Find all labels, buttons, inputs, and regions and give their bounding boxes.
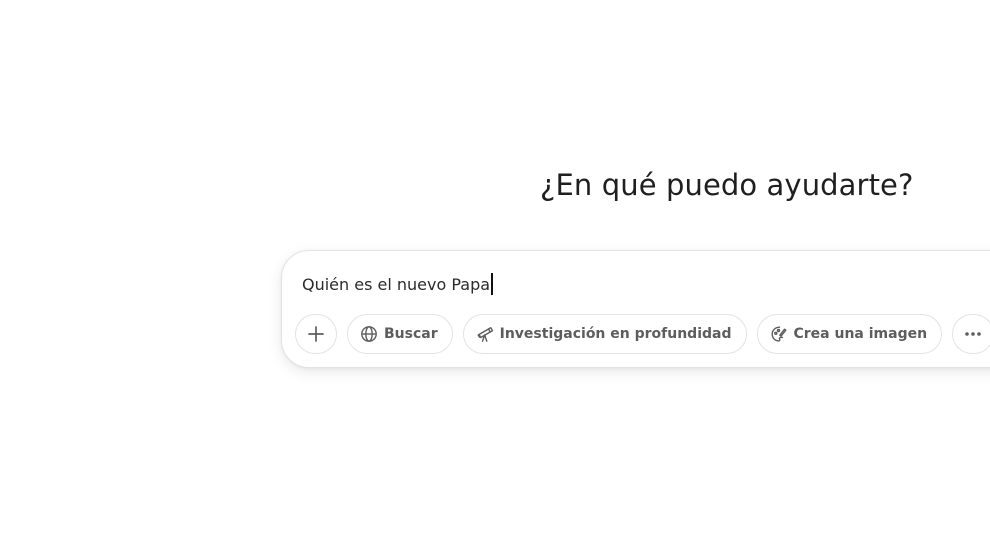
chat-home: ¿En qué puedo ayudarte? Quién es el nuev… xyxy=(0,0,990,556)
palette-icon xyxy=(770,325,788,343)
search-button-label: Buscar xyxy=(384,326,438,342)
create-image-button-label: Crea una imagen xyxy=(793,326,928,342)
more-horizontal-icon xyxy=(963,331,983,337)
plus-icon xyxy=(306,324,326,344)
prompt-input[interactable]: Quién es el nuevo Papa xyxy=(302,273,493,295)
search-button[interactable]: Buscar xyxy=(347,314,453,354)
text-caret xyxy=(491,273,493,295)
more-tools-button[interactable] xyxy=(952,314,990,354)
composer-toolbar: Buscar Investigación en profundidad Crea… xyxy=(295,314,990,354)
prompt-input-value[interactable]: Quién es el nuevo Papa xyxy=(302,275,490,294)
create-image-button[interactable]: Crea una imagen xyxy=(756,314,943,354)
deep-research-button[interactable]: Investigación en profundidad xyxy=(462,314,747,354)
page-title: ¿En qué puedo ayudarte? xyxy=(540,168,914,202)
add-attachment-button[interactable] xyxy=(295,314,337,354)
telescope-icon xyxy=(476,325,494,343)
deep-research-button-label: Investigación en profundidad xyxy=(499,326,732,342)
globe-icon xyxy=(360,325,378,343)
prompt-composer[interactable]: Quién es el nuevo Papa Buscar Investigac… xyxy=(281,250,990,368)
